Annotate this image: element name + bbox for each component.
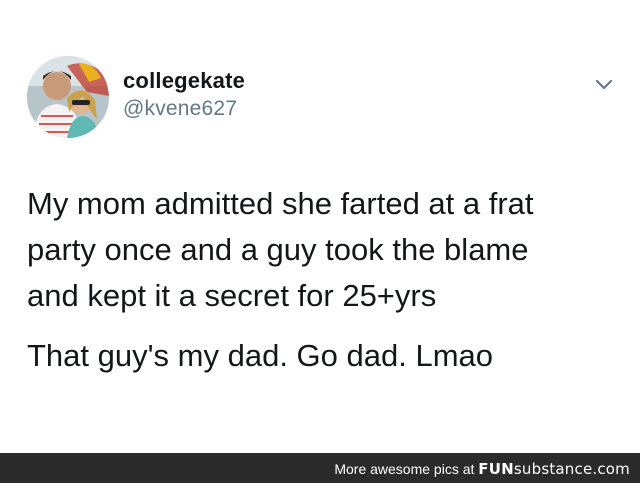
footer-prefix: More awesome pics at: [334, 461, 479, 477]
footer-text[interactable]: More awesome pics at FUNsubstance.com: [334, 460, 630, 478]
watermark-footer: More awesome pics at FUNsubstance.com: [0, 453, 640, 483]
display-name[interactable]: collegekate: [123, 68, 245, 94]
footer-brand-tld: .com: [592, 460, 630, 478]
avatar-image: [27, 56, 109, 138]
footer-brand-strong: FUN: [478, 460, 514, 478]
tweet-text: My mom admitted she farted at a frat par…: [27, 181, 617, 379]
tweet-card: collegekate @kvene627 My mom admitted sh…: [0, 0, 640, 453]
user-handle[interactable]: @kvene627: [123, 96, 245, 122]
tweet-text-line: and kept it a secret for 25+yrs: [27, 278, 437, 313]
tweet-text-line: party once and a guy took the blame: [27, 232, 529, 267]
user-info[interactable]: collegekate @kvene627: [123, 68, 245, 122]
page: collegekate @kvene627 My mom admitted sh…: [0, 0, 640, 483]
footer-brand: FUNsubstance.com: [478, 460, 630, 478]
avatar[interactable]: [27, 56, 109, 138]
tweet-text-line: My mom admitted she farted at a frat: [27, 186, 534, 221]
chevron-down-icon[interactable]: [593, 76, 615, 94]
footer-brand-rest: substance: [513, 460, 593, 478]
tweet-text-second-paragraph: That guy's my dad. Go dad. Lmao: [27, 338, 493, 373]
